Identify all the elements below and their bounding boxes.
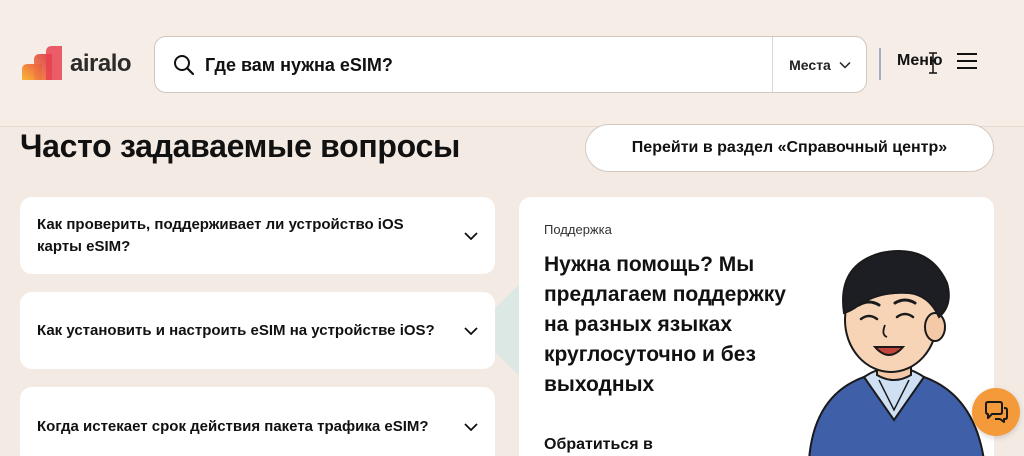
site-header: airalo Места Меню bbox=[0, 0, 1024, 127]
chat-bubble-icon bbox=[985, 401, 1008, 423]
hamburger-icon bbox=[956, 53, 977, 69]
header-divider bbox=[879, 48, 881, 80]
support-heading: Нужна помощь? Мы предлагаем поддержку на… bbox=[544, 253, 786, 396]
search-input[interactable] bbox=[205, 45, 765, 85]
chevron-down-icon bbox=[464, 231, 478, 240]
faq-item[interactable]: Как установить и настроить eSIM на устро… bbox=[20, 292, 495, 369]
faq-question: Как проверить, поддерживает ли устройств… bbox=[37, 215, 404, 255]
airalo-logo-mark bbox=[22, 46, 62, 80]
chevron-down-icon bbox=[464, 326, 478, 335]
faq-question: Когда истекает срок действия пакета траф… bbox=[37, 418, 429, 435]
chevron-down-icon bbox=[839, 61, 851, 69]
support-kicker: Поддержка bbox=[544, 222, 612, 237]
chevron-down-icon bbox=[464, 423, 478, 431]
support-card: Поддержка Нужна помощь? Мы предлагаем по… bbox=[519, 197, 994, 456]
places-label: Места bbox=[789, 56, 831, 73]
help-center-button[interactable]: Перейти в раздел «Справочный центр» bbox=[585, 124, 994, 172]
faq-question: Как установить и настроить eSIM на устро… bbox=[37, 321, 435, 339]
chat-button[interactable] bbox=[972, 388, 1020, 436]
search-bar: Места bbox=[154, 36, 867, 93]
faq-title: Часто задаваемые вопросы bbox=[20, 128, 460, 164]
airalo-logo[interactable]: airalo bbox=[20, 46, 132, 82]
text-cursor-icon bbox=[929, 52, 937, 74]
faq-item[interactable]: Когда истекает срок действия пакета траф… bbox=[20, 387, 495, 456]
faq-item[interactable]: Как проверить, поддерживает ли устройств… bbox=[20, 197, 495, 274]
logo-text: airalo bbox=[70, 50, 132, 77]
support-agent-illustration bbox=[808, 250, 985, 456]
support-contact-link[interactable]: Обратиться в bbox=[544, 436, 653, 454]
places-dropdown[interactable]: Места bbox=[772, 37, 867, 92]
search-icon bbox=[174, 55, 195, 76]
